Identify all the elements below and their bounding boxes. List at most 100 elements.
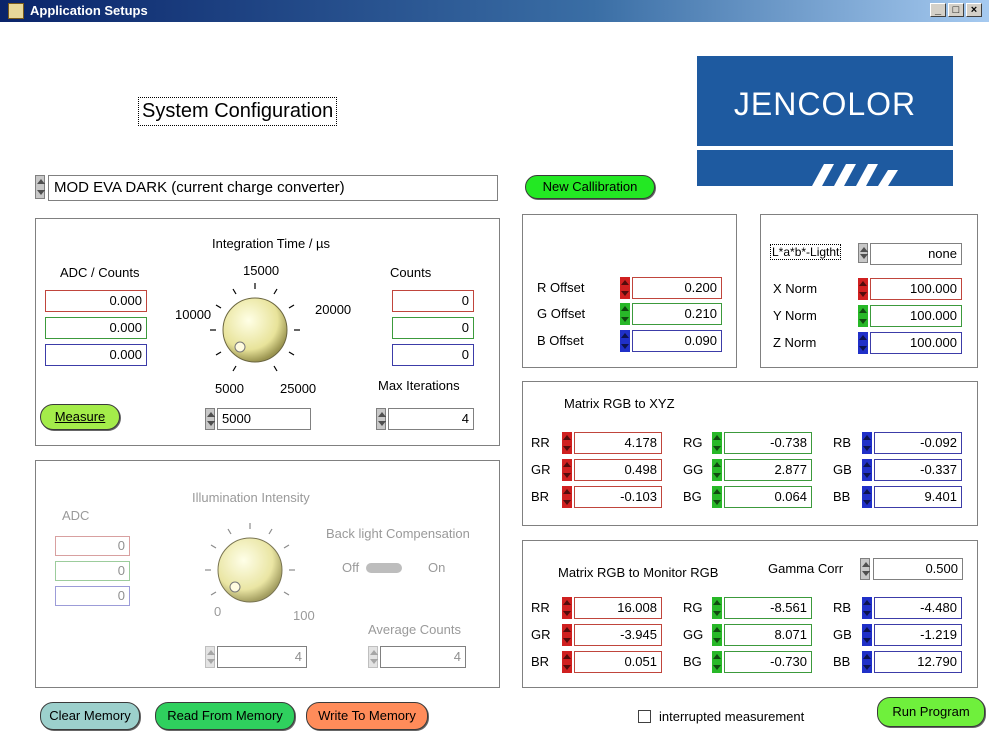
minimize-button[interactable]: _ — [930, 3, 946, 17]
x-norm-field[interactable]: 100.000 — [870, 278, 962, 300]
illum-intensity-field: 4 — [217, 646, 307, 668]
g-offset-spinner[interactable] — [620, 303, 630, 325]
run-program-button[interactable]: Run Program — [877, 697, 985, 727]
mon-field-0-2[interactable]: -4.480 — [874, 597, 962, 619]
xyz-label-1-1: GG — [683, 462, 704, 477]
jencolor-logo: JENCOLOR — [697, 56, 953, 186]
illumination-knob — [205, 523, 295, 603]
xyz-field-2-2[interactable]: 9.401 — [874, 486, 962, 508]
counts-value-r: 0 — [392, 290, 474, 312]
b-offset-spinner[interactable] — [620, 330, 630, 352]
write-memory-button[interactable]: Write To Memory — [306, 702, 428, 730]
x-norm-spinner[interactable] — [858, 278, 868, 300]
mon-label-0-2: RB — [833, 600, 852, 615]
illum-adc-label: ADC — [62, 508, 90, 523]
r-offset-spinner[interactable] — [620, 277, 630, 299]
illum-intensity-spinner — [205, 646, 215, 668]
mon-field-1-0[interactable]: -3.945 — [574, 624, 662, 646]
logo-mark-icon — [812, 164, 898, 186]
gamma-corr-field[interactable]: 0.500 — [873, 558, 963, 580]
illumination-intensity-label: Illumination Intensity — [192, 490, 310, 505]
maximize-button[interactable]: □ — [948, 3, 964, 17]
integration-time-knob[interactable] — [200, 275, 310, 385]
measure-button[interactable]: Measure — [40, 404, 120, 430]
xyz-spinner-2-1[interactable] — [712, 486, 722, 508]
xyz-field-1-1[interactable]: 2.877 — [724, 459, 812, 481]
r-offset-field[interactable]: 0.200 — [632, 277, 722, 299]
xyz-spinner-0-1[interactable] — [712, 432, 722, 454]
xyz-field-0-0[interactable]: 4.178 — [574, 432, 662, 454]
xyz-spinner-0-0[interactable] — [562, 432, 572, 454]
mon-spinner-0-1[interactable] — [712, 597, 722, 619]
g-offset-label: G Offset — [537, 306, 586, 321]
xyz-label-2-2: BB — [833, 489, 851, 504]
g-offset-field[interactable]: 0.210 — [632, 303, 722, 325]
backlight-on-label: On — [428, 560, 446, 575]
lab-mode-label: L*a*b*-Ligtht — [770, 244, 842, 260]
matrix-xyz-title: Matrix RGB to XYZ — [564, 396, 675, 411]
new-calibration-button[interactable]: New Callibration — [525, 175, 655, 199]
adc-value-g: 0.000 — [45, 317, 147, 339]
adc-counts-label: ADC / Counts — [60, 265, 140, 280]
adc-value-r: 0.000 — [45, 290, 147, 312]
illum-adc-r: 0 — [55, 536, 130, 556]
close-button[interactable]: × — [966, 3, 982, 17]
lab-mode-field[interactable]: none — [870, 243, 962, 265]
max-iterations-spinner[interactable] — [376, 408, 386, 430]
counts-value-g: 0 — [392, 317, 474, 339]
mon-field-0-0[interactable]: 16.008 — [574, 597, 662, 619]
interrupted-measurement-checkbox[interactable] — [638, 710, 651, 723]
mon-spinner-1-2[interactable] — [862, 624, 872, 646]
xyz-spinner-1-2[interactable] — [862, 459, 872, 481]
z-norm-spinner[interactable] — [858, 332, 868, 354]
mon-label-0-1: RG — [683, 600, 703, 615]
mon-spinner-1-1[interactable] — [712, 624, 722, 646]
adc-value-b: 0.000 — [45, 344, 147, 366]
y-norm-spinner[interactable] — [858, 305, 868, 327]
mon-field-2-2[interactable]: 12.790 — [874, 651, 962, 673]
xyz-spinner-0-2[interactable] — [862, 432, 872, 454]
interrupted-measurement-label: interrupted measurement — [659, 709, 805, 724]
mon-spinner-0-2[interactable] — [862, 597, 872, 619]
device-selector-spinner[interactable] — [35, 175, 45, 199]
mon-spinner-0-0[interactable] — [562, 597, 572, 619]
mon-field-2-1[interactable]: -0.730 — [724, 651, 812, 673]
max-iterations-field[interactable]: 4 — [388, 408, 474, 430]
clear-memory-button[interactable]: Clear Memory — [40, 702, 140, 730]
xyz-spinner-2-0[interactable] — [562, 486, 572, 508]
xyz-field-2-0[interactable]: -0.103 — [574, 486, 662, 508]
counts-value-b: 0 — [392, 344, 474, 366]
mon-spinner-2-2[interactable] — [862, 651, 872, 673]
xyz-field-0-1[interactable]: -0.738 — [724, 432, 812, 454]
xyz-field-1-2[interactable]: -0.337 — [874, 459, 962, 481]
device-select[interactable]: MOD EVA DARK (current charge converter) — [48, 175, 498, 201]
b-offset-field[interactable]: 0.090 — [632, 330, 722, 352]
mon-spinner-2-1[interactable] — [712, 651, 722, 673]
xyz-field-1-0[interactable]: 0.498 — [574, 459, 662, 481]
b-offset-label: B Offset — [537, 333, 584, 348]
integration-time-spinner[interactable] — [205, 408, 215, 430]
gamma-corr-spinner[interactable] — [860, 558, 870, 580]
mon-field-0-1[interactable]: -8.561 — [724, 597, 812, 619]
xyz-field-2-1[interactable]: 0.064 — [724, 486, 812, 508]
integration-time-field[interactable]: 5000 — [217, 408, 311, 430]
xyz-spinner-1-0[interactable] — [562, 459, 572, 481]
average-counts-spinner — [368, 646, 378, 668]
xyz-label-0-0: RR — [531, 435, 550, 450]
y-norm-field[interactable]: 100.000 — [870, 305, 962, 327]
z-norm-label: Z Norm — [773, 335, 817, 350]
mon-field-1-2[interactable]: -1.219 — [874, 624, 962, 646]
mon-label-2-1: BG — [683, 654, 702, 669]
mon-field-2-0[interactable]: 0.051 — [574, 651, 662, 673]
backlight-toggle — [366, 563, 402, 573]
mon-spinner-2-0[interactable] — [562, 651, 572, 673]
mon-field-1-1[interactable]: 8.071 — [724, 624, 812, 646]
xyz-spinner-2-2[interactable] — [862, 486, 872, 508]
mon-label-1-2: GB — [833, 627, 852, 642]
read-memory-button[interactable]: Read From Memory — [155, 702, 295, 730]
xyz-field-0-2[interactable]: -0.092 — [874, 432, 962, 454]
z-norm-field[interactable]: 100.000 — [870, 332, 962, 354]
xyz-spinner-1-1[interactable] — [712, 459, 722, 481]
mon-spinner-1-0[interactable] — [562, 624, 572, 646]
lab-mode-spinner[interactable] — [858, 243, 868, 263]
